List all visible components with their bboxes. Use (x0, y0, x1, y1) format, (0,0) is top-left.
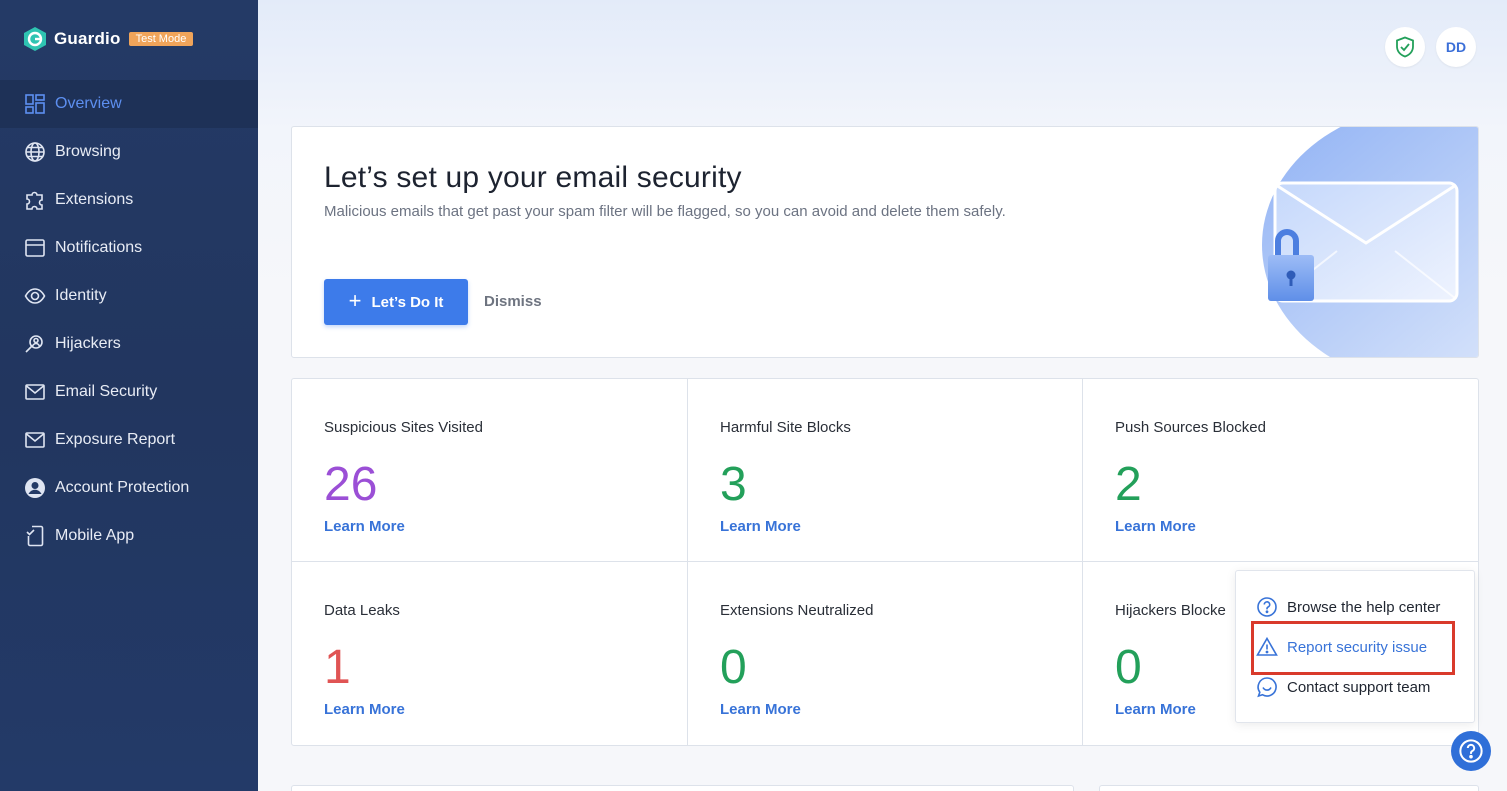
chat-bubble-icon (1257, 677, 1277, 698)
stat-value: 1 (324, 641, 351, 694)
stat-label: Suspicious Sites Visited (324, 419, 483, 436)
email-lock-illustration (1262, 127, 1478, 357)
help-fab-button[interactable] (1451, 731, 1491, 771)
divider (1082, 379, 1083, 745)
contact-support-item[interactable]: Contact support team (1256, 675, 1430, 699)
browse-help-center-item[interactable]: Browse the help center (1256, 595, 1440, 619)
divider (687, 379, 688, 745)
bottom-card (291, 785, 1074, 791)
sidebar-item-label: Identity (55, 287, 107, 304)
mail-icon (25, 432, 45, 448)
help-menu: Browse the help center Report security i… (1235, 570, 1475, 723)
learn-more-link[interactable]: Learn More (720, 518, 801, 535)
learn-more-link[interactable]: Learn More (1115, 701, 1196, 718)
stat-card: Data Leaks 1 Learn More (292, 562, 687, 745)
learn-more-link[interactable]: Learn More (324, 518, 405, 535)
main-content: DD Let’s set up your email security Mali… (258, 0, 1507, 791)
sidebar-item-hijackers[interactable]: Hijackers (0, 320, 258, 368)
sidebar-item-account-protection[interactable]: Account Protection (0, 464, 258, 512)
sidebar-nav: Overview Browsing Extensions Notificatio… (0, 80, 258, 560)
header-actions: DD (1385, 27, 1476, 67)
stat-label: Hijackers Blocke (1115, 602, 1226, 619)
plus-icon: + (348, 288, 362, 313)
sidebar-item-exposure-report[interactable]: Exposure Report (0, 416, 258, 464)
avatar[interactable]: DD (1436, 27, 1476, 67)
sidebar-item-label: Exposure Report (55, 431, 176, 448)
setup-subtitle: Malicious emails that get past your spam… (324, 203, 1006, 220)
help-item-label: Browse the help center (1287, 598, 1441, 616)
mobile-check-icon (26, 525, 44, 547)
stat-value: 3 (720, 458, 747, 511)
learn-more-link[interactable]: Learn More (324, 701, 405, 718)
sidebar-item-label: Overview (55, 95, 122, 112)
stat-card: Suspicious Sites Visited 26 Learn More (292, 379, 687, 562)
stat-card: Extensions Neutralized 0 Learn More (688, 562, 1083, 745)
sidebar-item-overview[interactable]: Overview (0, 80, 258, 128)
stat-card: Push Sources Blocked 2 Learn More (1083, 379, 1478, 562)
bottom-card (1099, 785, 1479, 791)
eye-icon (24, 288, 46, 304)
stat-label: Push Sources Blocked (1115, 419, 1266, 436)
learn-more-link[interactable]: Learn More (720, 701, 801, 718)
lets-do-it-button[interactable]: + Let’s Do It (324, 279, 468, 325)
test-mode-badge: Test Mode (128, 32, 194, 46)
stat-label: Data Leaks (324, 602, 400, 619)
search-person-icon (25, 335, 43, 353)
dismiss-button[interactable]: Dismiss (484, 293, 542, 310)
question-circle-icon (1459, 739, 1483, 763)
sidebar-item-identity[interactable]: Identity (0, 272, 258, 320)
sidebar: Guardio Test Mode Overview Browsing Exte… (0, 0, 258, 791)
stat-value: 0 (1115, 641, 1142, 694)
lets-do-it-label: Let’s Do It (371, 293, 444, 311)
protection-status-button[interactable] (1385, 27, 1425, 67)
highlight-box (1251, 621, 1455, 675)
brand[interactable]: Guardio Test Mode (22, 24, 194, 54)
sidebar-item-label: Email Security (55, 383, 158, 400)
dashboard-icon (25, 94, 45, 114)
globe-icon (25, 142, 45, 162)
stat-label: Harmful Site Blocks (720, 419, 851, 436)
help-item-label: Contact support team (1287, 678, 1431, 696)
notification-window-icon (25, 239, 45, 257)
sidebar-item-mobile-app[interactable]: Mobile App (0, 512, 258, 560)
sidebar-item-label: Extensions (55, 191, 134, 208)
stat-value: 26 (324, 458, 378, 511)
learn-more-link[interactable]: Learn More (1115, 518, 1196, 535)
stat-card: Harmful Site Blocks 3 Learn More (688, 379, 1083, 562)
question-circle-icon (1257, 597, 1277, 617)
sidebar-item-notifications[interactable]: Notifications (0, 224, 258, 272)
stat-value: 2 (1115, 458, 1142, 511)
setup-title: Let’s set up your email security (324, 161, 742, 194)
divider (292, 561, 1478, 562)
email-security-setup-card: Let’s set up your email security Malicio… (291, 126, 1479, 358)
sidebar-item-email-security[interactable]: Email Security (0, 368, 258, 416)
sidebar-item-label: Browsing (55, 143, 121, 160)
stat-label: Extensions Neutralized (720, 602, 874, 619)
sidebar-item-label: Hijackers (55, 335, 121, 352)
user-circle-icon (25, 478, 45, 498)
sidebar-item-extensions[interactable]: Extensions (0, 176, 258, 224)
mail-icon (25, 384, 45, 400)
sidebar-item-browsing[interactable]: Browsing (0, 128, 258, 176)
brand-name: Guardio (54, 29, 121, 48)
stat-value: 0 (720, 641, 747, 694)
sidebar-item-label: Notifications (55, 239, 143, 256)
puzzle-icon (26, 191, 43, 210)
shield-check-icon (1396, 36, 1414, 58)
sidebar-item-label: Account Protection (55, 479, 190, 496)
sidebar-item-label: Mobile App (55, 527, 135, 544)
guardio-logo-icon (24, 27, 46, 51)
